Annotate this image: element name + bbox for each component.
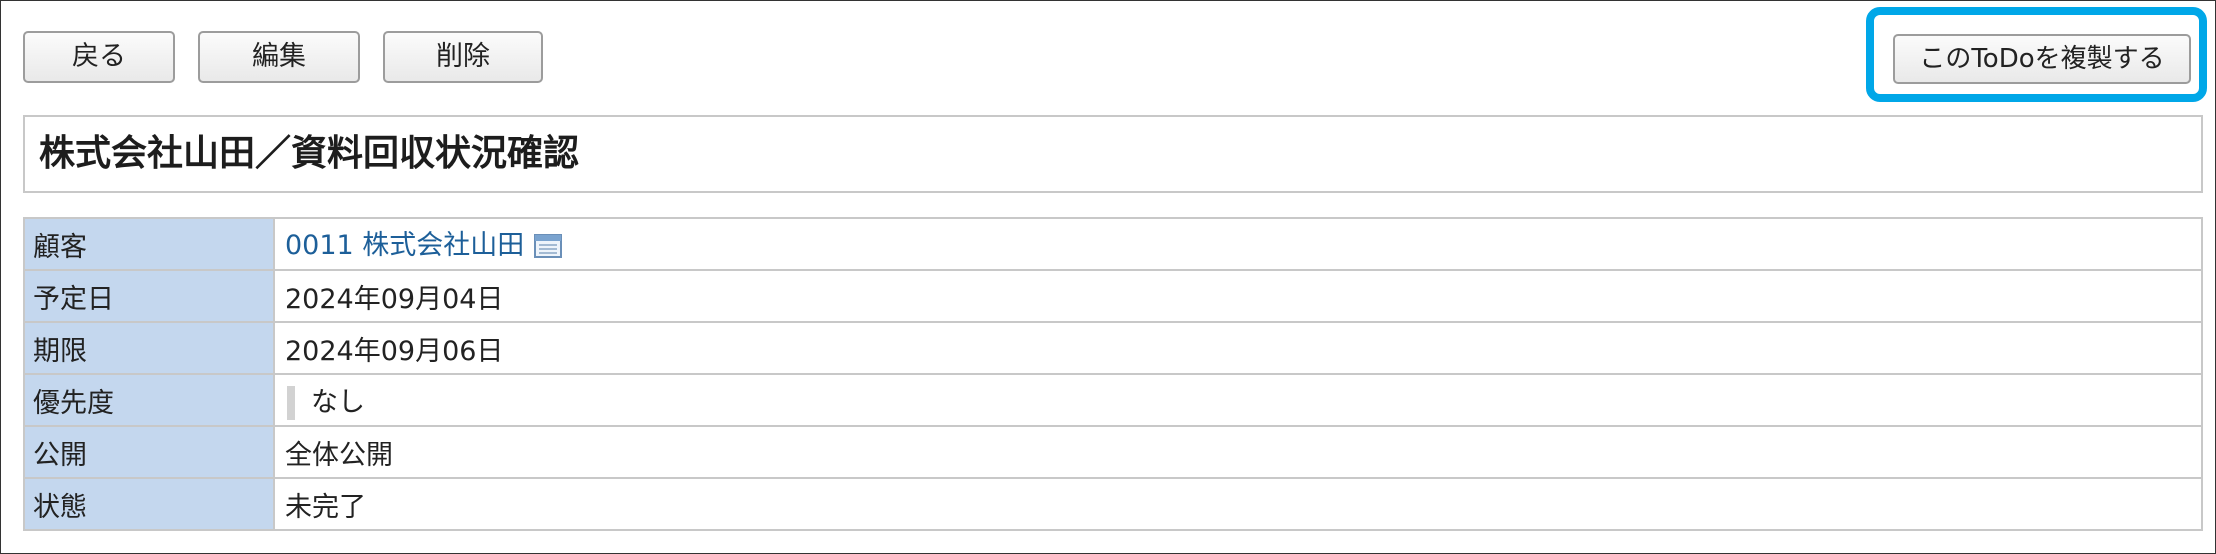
customer-value-cell: 0011 株式会社山田: [273, 217, 2203, 271]
priority-indicator: [287, 386, 295, 421]
scheduled-date-value: 2024年09月04日: [273, 269, 2203, 323]
page-title: 株式会社山田／資料回収状況確認: [39, 133, 580, 174]
priority-value-cell: なし: [273, 373, 2203, 427]
detail-row-status: 状態 未完了: [23, 477, 2203, 531]
edit-button[interactable]: 編集: [198, 31, 360, 83]
deadline-label: 期限: [23, 321, 275, 375]
deadline-value: 2024年09月06日: [273, 321, 2203, 375]
detail-row-scheduled-date: 予定日 2024年09月04日: [23, 269, 2203, 323]
priority-value: なし: [311, 386, 365, 418]
status-label: 状態: [23, 477, 275, 531]
detail-row-priority: 優先度 なし: [23, 373, 2203, 427]
visibility-label: 公開: [23, 425, 275, 479]
visibility-value: 全体公開: [273, 425, 2203, 479]
customer-link[interactable]: 0011 株式会社山田: [285, 230, 524, 261]
detail-row-deadline: 期限 2024年09月06日: [23, 321, 2203, 375]
todo-detail-panel: 戻る 編集 削除 このToDoを複製する 株式会社山田／資料回収状況確認 顧客 …: [0, 0, 2216, 554]
detail-row-visibility: 公開 全体公開: [23, 425, 2203, 479]
priority-label: 優先度: [23, 373, 275, 427]
status-value: 未完了: [273, 477, 2203, 531]
customer-label: 顧客: [23, 217, 275, 271]
delete-button[interactable]: 削除: [383, 31, 543, 83]
scheduled-date-label: 予定日: [23, 269, 275, 323]
detail-table: 顧客 0011 株式会社山田 予定日 2024年09月04日 期限 2024年0…: [23, 217, 2203, 531]
duplicate-todo-button[interactable]: このToDoを複製する: [1893, 34, 2191, 84]
calendar-icon[interactable]: [534, 234, 563, 265]
title-box: 株式会社山田／資料回収状況確認: [23, 115, 2203, 193]
detail-row-customer: 顧客 0011 株式会社山田: [23, 217, 2203, 271]
back-button[interactable]: 戻る: [23, 31, 175, 83]
